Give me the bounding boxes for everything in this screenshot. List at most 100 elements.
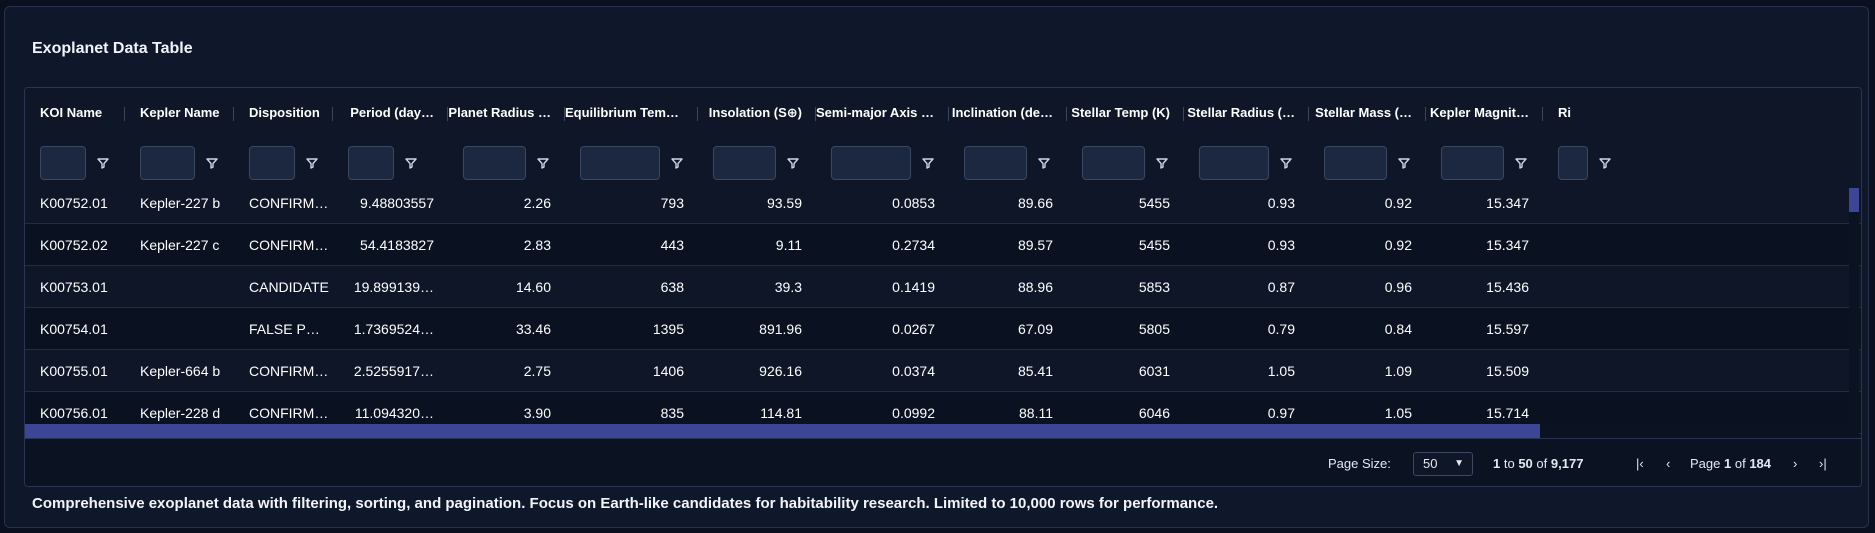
filter-icon[interactable] bbox=[1514, 156, 1528, 170]
column-header[interactable]: Period (day… bbox=[333, 88, 448, 138]
column-header[interactable]: Insolation (S⊕) bbox=[698, 88, 816, 138]
table-row[interactable]: K00755.01 Kepler-664 b CONFIRMED 2.5255917…… bbox=[25, 350, 1861, 392]
table-cell: 2.83 bbox=[523, 237, 551, 253]
table-row[interactable]: K00753.01 CANDIDATE 19.899139… 14.60 638 39.3… bbox=[25, 266, 1861, 308]
column-resize-handle[interactable] bbox=[564, 107, 565, 121]
column-resize-handle[interactable] bbox=[948, 107, 949, 121]
page-size-select[interactable]: 50 ▼ bbox=[1413, 452, 1473, 476]
horizontal-scroll-thumb[interactable] bbox=[25, 424, 1540, 438]
table-cell: 5455 bbox=[1138, 237, 1170, 253]
table-cell: 67.09 bbox=[1017, 321, 1053, 337]
column-header[interactable]: Semi-major Axis (… bbox=[816, 88, 949, 138]
table-cell: 0.92 bbox=[1384, 237, 1412, 253]
column-filter-input[interactable] bbox=[348, 146, 394, 180]
table-cell: 15.509 bbox=[1486, 363, 1529, 379]
column-filter-input[interactable] bbox=[831, 146, 911, 180]
table-cell: 0.0853 bbox=[892, 195, 935, 211]
vertical-scroll-thumb[interactable] bbox=[1849, 188, 1859, 212]
column-resize-handle[interactable] bbox=[815, 107, 816, 121]
column-header[interactable]: Inclination (de… bbox=[949, 88, 1067, 138]
filter-icon[interactable] bbox=[305, 156, 319, 170]
table-cell: 15.347 bbox=[1486, 237, 1529, 253]
column-resize-handle[interactable] bbox=[1183, 107, 1184, 121]
column-header[interactable]: Stellar Radius (… bbox=[1184, 88, 1309, 138]
column-filter-input[interactable] bbox=[1558, 146, 1588, 180]
column-header[interactable]: Stellar Mass (… bbox=[1309, 88, 1426, 138]
column-filter-input[interactable] bbox=[463, 146, 526, 180]
column-resize-handle[interactable] bbox=[447, 107, 448, 121]
table-cell: 0.0374 bbox=[892, 363, 935, 379]
filter-icon[interactable] bbox=[536, 156, 550, 170]
exoplanet-panel: Exoplanet Data Table KOI Name Kepler Name… bbox=[4, 6, 1869, 528]
filter-icon[interactable] bbox=[1037, 156, 1051, 170]
table-cell: 1.05 bbox=[1267, 363, 1295, 379]
column-header[interactable]: Ri bbox=[1543, 88, 1583, 138]
column-filter-input[interactable] bbox=[580, 146, 660, 180]
column-resize-handle[interactable] bbox=[1308, 107, 1309, 121]
column-resize-handle[interactable] bbox=[233, 107, 234, 121]
prev-page-icon[interactable]: ‹ bbox=[1666, 439, 1670, 486]
column-resize-handle[interactable] bbox=[332, 107, 333, 121]
column-resize-handle[interactable] bbox=[1542, 107, 1543, 121]
table-cell: Kepler-227 b bbox=[140, 195, 221, 211]
column-filter-input[interactable] bbox=[1441, 146, 1504, 180]
column-header[interactable]: Kepler Magnit… bbox=[1426, 88, 1543, 138]
table-row[interactable]: K00752.01 Kepler-227 b CONFIRMED 9.48803557… bbox=[25, 188, 1861, 224]
table-cell: 19.899139… bbox=[353, 279, 434, 295]
filter-icon[interactable] bbox=[205, 156, 219, 170]
page-size-label: Page Size: bbox=[1328, 456, 1391, 471]
table-cell: 9.11 bbox=[775, 237, 802, 253]
filter-icon[interactable] bbox=[670, 156, 684, 170]
column-filter-input[interactable] bbox=[1324, 146, 1387, 180]
row-total: 9,177 bbox=[1550, 456, 1584, 471]
first-page-icon[interactable]: |‹ bbox=[1636, 439, 1644, 486]
horizontal-scrollbar[interactable] bbox=[25, 424, 1850, 438]
filter-icon[interactable] bbox=[1598, 156, 1612, 170]
column-resize-handle[interactable] bbox=[124, 107, 125, 121]
filter-icon[interactable] bbox=[1397, 156, 1411, 170]
column-header[interactable]: Disposition bbox=[234, 88, 333, 138]
table-cell: 2.26 bbox=[523, 195, 551, 211]
filter-row bbox=[25, 138, 1861, 188]
column-header[interactable]: Stellar Temp (K) bbox=[1067, 88, 1184, 138]
column-resize-handle[interactable] bbox=[697, 107, 698, 121]
table-cell: 89.66 bbox=[1017, 195, 1053, 211]
column-resize-handle[interactable] bbox=[1425, 107, 1426, 121]
filter-icon[interactable] bbox=[96, 156, 110, 170]
column-header[interactable]: Planet Radius … bbox=[448, 88, 565, 138]
column-header[interactable]: KOI Name bbox=[25, 88, 125, 138]
table-cell: 2.5255917… bbox=[353, 363, 434, 379]
table-cell: 926.16 bbox=[759, 363, 802, 379]
column-resize-handle[interactable] bbox=[1066, 107, 1067, 121]
filter-icon[interactable] bbox=[404, 156, 418, 170]
table-cell: 0.93 bbox=[1267, 195, 1295, 211]
table-cell: FALSE PO… bbox=[249, 321, 331, 337]
column-filter-input[interactable] bbox=[1199, 146, 1269, 180]
column-header[interactable]: Kepler Name bbox=[125, 88, 234, 138]
page-size-value: 50 bbox=[1423, 456, 1438, 471]
column-filter-input[interactable] bbox=[140, 146, 195, 180]
table-cell: 1.09 bbox=[1384, 363, 1412, 379]
page-current: 1 bbox=[1724, 456, 1732, 471]
filter-icon[interactable] bbox=[1155, 156, 1169, 170]
filter-icon[interactable] bbox=[921, 156, 935, 170]
next-page-icon[interactable]: › bbox=[1793, 439, 1797, 486]
column-filter-input[interactable] bbox=[713, 146, 776, 180]
table-cell: 54.4183827 bbox=[360, 237, 434, 253]
table-cell: 5455 bbox=[1138, 195, 1170, 211]
filter-icon[interactable] bbox=[786, 156, 800, 170]
column-filter-input[interactable] bbox=[964, 146, 1027, 180]
column-header[interactable]: Equilibrium Temp … bbox=[565, 88, 698, 138]
column-filter-input[interactable] bbox=[40, 146, 86, 180]
table-cell: K00755.01 bbox=[40, 363, 108, 379]
table-cell bbox=[125, 308, 234, 350]
table-row[interactable]: K00754.01 FALSE PO… 1.7369524… 33.46 1395 891… bbox=[25, 308, 1861, 350]
table-cell: 15.436 bbox=[1486, 279, 1529, 295]
column-filter-input[interactable] bbox=[1082, 146, 1145, 180]
last-page-icon[interactable]: ›| bbox=[1819, 439, 1827, 486]
vertical-scrollbar[interactable] bbox=[1849, 188, 1859, 443]
column-filter-input[interactable] bbox=[249, 146, 295, 180]
filter-icon[interactable] bbox=[1279, 156, 1293, 170]
table-caption: Comprehensive exoplanet data with filter… bbox=[32, 495, 1219, 512]
table-row[interactable]: K00752.02 Kepler-227 c CONFIRMED 54.4183827… bbox=[25, 224, 1861, 266]
